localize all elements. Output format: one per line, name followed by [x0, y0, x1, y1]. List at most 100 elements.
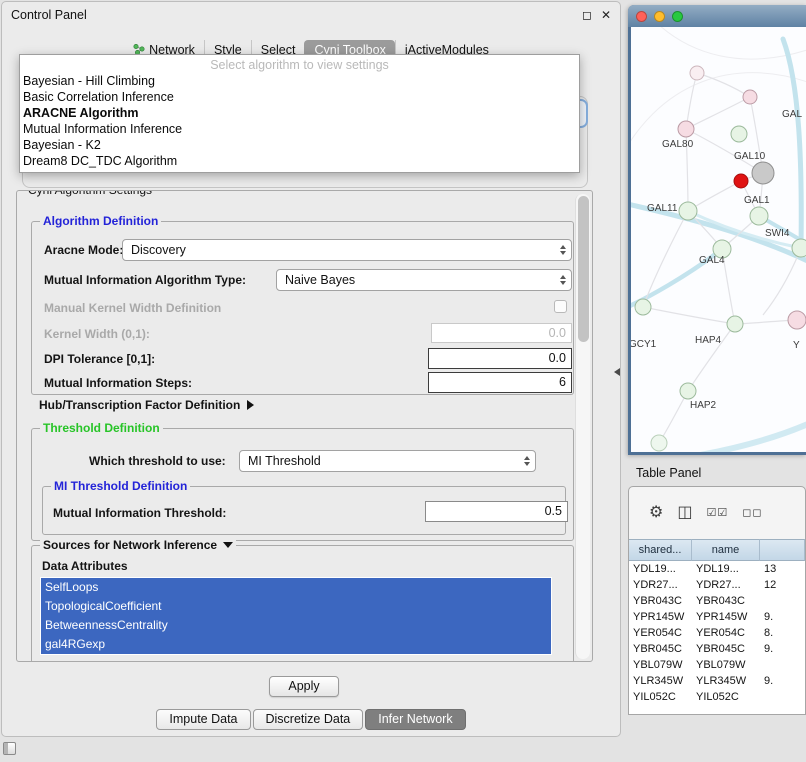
table-row[interactable]: YIL052CYIL052C — [629, 689, 805, 705]
network-node[interactable] — [743, 90, 757, 104]
network-node[interactable] — [651, 435, 667, 451]
table-row[interactable]: YDL19...YDL19...13 — [629, 561, 805, 577]
table-row[interactable]: YPR145WYPR145W9. — [629, 609, 805, 625]
table-cell[interactable]: YBR045C — [692, 641, 760, 657]
which-threshold-combobox[interactable]: MI Threshold — [239, 450, 536, 472]
table-cell[interactable]: 12 — [760, 577, 805, 593]
attribute-item-betweennesscentrality[interactable]: BetweennessCentrality — [41, 616, 551, 635]
mi-type-combobox[interactable]: Naive Bayes — [276, 269, 572, 291]
network-node[interactable] — [734, 174, 748, 188]
column-header-shared[interactable]: shared... — [629, 539, 692, 561]
table-row[interactable]: YLR345WYLR345W9. — [629, 673, 805, 689]
algorithm-option-bayesian-k2[interactable]: Bayesian - K2 — [20, 137, 579, 153]
dpi-tolerance-field[interactable]: 0.0 — [428, 348, 572, 369]
algorithm-option-basic-correlation-inference[interactable]: Basic Correlation Inference — [20, 89, 579, 105]
table-cell[interactable]: YLR345W — [692, 673, 760, 689]
network-node[interactable] — [731, 126, 747, 142]
table-cell[interactable]: YIL052C — [629, 689, 692, 705]
node-swi4[interactable] — [792, 239, 806, 257]
settings-scrollbar[interactable] — [575, 194, 590, 659]
algorithm-option-bayesian-hill-climbing[interactable]: Bayesian - Hill Climbing — [20, 73, 579, 89]
network-window-titlebar[interactable] — [628, 5, 806, 27]
aracne-mode-combobox[interactable]: Discovery — [122, 239, 572, 261]
node-gcy1[interactable] — [635, 299, 651, 315]
attribute-item-selfloops[interactable]: SelfLoops — [41, 578, 551, 597]
table-cell[interactable]: YBR043C — [692, 593, 760, 609]
table-row[interactable]: YBL079WYBL079W — [629, 657, 805, 673]
table-cell[interactable]: YPR145W — [692, 609, 760, 625]
table-cell[interactable]: YDL19... — [692, 561, 760, 577]
mi-steps-field[interactable]: 6 — [428, 372, 572, 393]
table-cell[interactable] — [760, 689, 805, 705]
table-cell[interactable]: YBL079W — [692, 657, 760, 673]
algorithm-option-aracne-algorithm[interactable]: ARACNE Algorithm — [20, 105, 579, 121]
kernel-width-field[interactable]: 0.0 — [431, 323, 572, 343]
table-cell[interactable]: YBL079W — [629, 657, 692, 673]
table-cell[interactable] — [760, 593, 805, 609]
node-gal10[interactable] — [752, 162, 774, 184]
table-cell[interactable]: YER054C — [629, 625, 692, 641]
node-gal1[interactable] — [750, 207, 768, 225]
network-edge[interactable] — [643, 307, 735, 324]
network-edge[interactable] — [659, 391, 688, 443]
network-edge[interactable] — [631, 73, 806, 167]
column-header-name[interactable]: name — [692, 539, 760, 561]
tab-discretize-data[interactable]: Discretize Data — [253, 709, 364, 730]
table-cell[interactable]: YLR345W — [629, 673, 692, 689]
network-canvas[interactable]: GALGAL80GAL10GAL11GAL1SWI4GAL4GCY1HAP4YH… — [631, 27, 806, 452]
table-cell[interactable]: YDL19... — [629, 561, 692, 577]
scrollbar-thumb[interactable] — [578, 196, 589, 342]
table-cell[interactable]: 9. — [760, 641, 805, 657]
manual-kernel-checkbox[interactable] — [554, 300, 567, 313]
hub-section-toggle[interactable]: Hub/Transcription Factor Definition — [39, 398, 254, 412]
node-hap2[interactable] — [680, 383, 696, 399]
mi-threshold-field[interactable]: 0.5 — [425, 501, 568, 522]
table-cell[interactable] — [760, 657, 805, 673]
column-chooser-icon[interactable]: ◫ — [677, 505, 692, 521]
network-edge[interactable] — [783, 39, 801, 248]
table-row[interactable]: YBR043CYBR043C — [629, 593, 805, 609]
network-edge[interactable] — [697, 73, 750, 97]
algorithm-option-dream8-dc-tdc-algorithm[interactable]: Dream8 DC_TDC Algorithm — [20, 153, 579, 169]
table-cell[interactable]: YPR145W — [629, 609, 692, 625]
column-header-more[interactable] — [760, 539, 805, 561]
attribute-item-gal4rgexp[interactable]: gal4RGexp — [41, 635, 551, 654]
table-cell[interactable]: YDR27... — [629, 577, 692, 593]
zoom-window-button[interactable] — [672, 11, 683, 22]
table-cell[interactable]: YBR045C — [629, 641, 692, 657]
table-cell[interactable]: YDR27... — [692, 577, 760, 593]
table-cell[interactable]: YER054C — [692, 625, 760, 641]
float-panel-icon[interactable]: ◻ — [582, 8, 592, 22]
minimize-window-button[interactable] — [654, 11, 665, 22]
node-hap4[interactable] — [727, 316, 743, 332]
settings-gear-icon[interactable]: ⚙ — [649, 505, 663, 521]
splitter-collapse-icon[interactable] — [614, 368, 620, 376]
algorithm-option-mutual-information-inference[interactable]: Mutual Information Inference — [20, 121, 579, 137]
tab-infer-network[interactable]: Infer Network — [365, 709, 465, 730]
table-cell[interactable]: YBR043C — [629, 593, 692, 609]
network-edge[interactable] — [689, 419, 806, 452]
node-gal80[interactable] — [678, 121, 694, 137]
close-window-button[interactable] — [636, 11, 647, 22]
table-row[interactable]: YBR045CYBR045C9. — [629, 641, 805, 657]
minimized-panel-icon[interactable] — [3, 742, 16, 755]
attribute-item-topologicalcoefficient[interactable]: TopologicalCoefficient — [41, 597, 551, 616]
tab-impute-data[interactable]: Impute Data — [156, 709, 250, 730]
sources-group-title[interactable]: Sources for Network Inference — [40, 538, 236, 552]
table-row[interactable]: YDR27...YDR27...12 — [629, 577, 805, 593]
table-cell[interactable]: 9. — [760, 673, 805, 689]
close-panel-icon[interactable]: ✕ — [601, 8, 611, 22]
table-cell[interactable]: YIL052C — [692, 689, 760, 705]
table-row[interactable]: YER054CYER054C8. — [629, 625, 805, 641]
node-gal11[interactable] — [679, 202, 697, 220]
show-columns-icon[interactable]: ☑☑ — [706, 508, 728, 519]
hide-columns-icon[interactable]: ◻◻ — [742, 508, 762, 519]
apply-button[interactable]: Apply — [269, 676, 339, 697]
network-edge[interactable] — [643, 211, 688, 307]
table-cell[interactable]: 13 — [760, 561, 805, 577]
network-node[interactable] — [788, 311, 806, 329]
network-edge[interactable] — [686, 73, 697, 129]
table-cell[interactable]: 9. — [760, 609, 805, 625]
network-node[interactable] — [690, 66, 704, 80]
table-cell[interactable]: 8. — [760, 625, 805, 641]
